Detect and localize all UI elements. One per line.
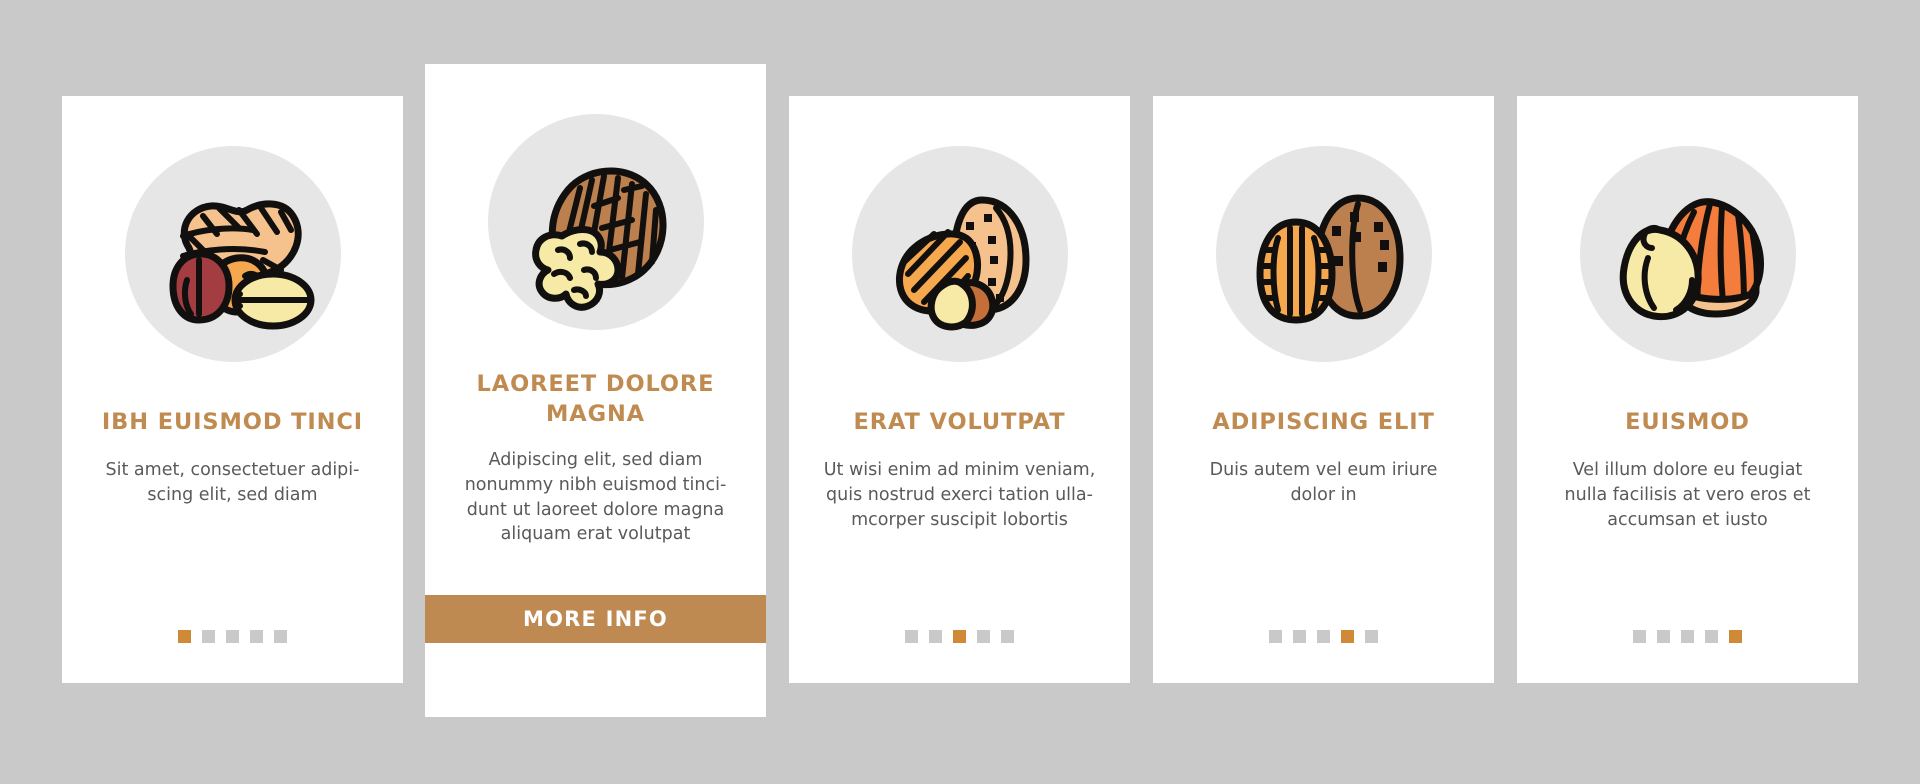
pagination-dot[interactable]: [1293, 630, 1306, 643]
onboarding-card-4[interactable]: ADIPISCING ELIT Duis autem vel eum iriur…: [1153, 96, 1494, 683]
onboarding-screens-container: IBH EUISMOD TINCI Sit amet, consectetuer…: [0, 0, 1920, 784]
pagination-dot[interactable]: [1681, 630, 1694, 643]
pagination-dot[interactable]: [1729, 630, 1742, 643]
onboarding-card-1[interactable]: IBH EUISMOD TINCI Sit amet, consectetuer…: [62, 96, 403, 683]
onboarding-card-3[interactable]: ERAT VOLUTPAT Ut wisi enim ad minim veni…: [789, 96, 1130, 683]
peanut-icon: [124, 146, 341, 362]
pagination-dot[interactable]: [929, 630, 942, 643]
pagination-dot[interactable]: [1341, 630, 1354, 643]
almond-icon: [851, 146, 1068, 362]
pagination-dots[interactable]: [1517, 630, 1858, 643]
pagination-dot[interactable]: [1317, 630, 1330, 643]
pagination-dot[interactable]: [226, 630, 239, 643]
pagination-dots[interactable]: [789, 630, 1130, 643]
pagination-dot[interactable]: [274, 630, 287, 643]
pagination-dot[interactable]: [178, 630, 191, 643]
pagination-dot[interactable]: [1633, 630, 1646, 643]
more-info-button[interactable]: MORE INFO: [425, 595, 766, 643]
pagination-dot[interactable]: [977, 630, 990, 643]
pagination-dot[interactable]: [1269, 630, 1282, 643]
card-title: EUISMOD: [1625, 409, 1750, 435]
pagination-dot[interactable]: [1705, 630, 1718, 643]
card-description: Sit amet, consectetuer adipi-scing elit,…: [105, 459, 360, 505]
pagination-dot[interactable]: [1001, 630, 1014, 643]
card-description: Vel illum dolore eu feugiat nulla facili…: [1564, 459, 1811, 530]
onboarding-card-5[interactable]: EUISMOD Vel illum dolore eu feugiat null…: [1517, 96, 1858, 683]
pagination-dot[interactable]: [202, 630, 215, 643]
pecan-icon: [1215, 146, 1432, 362]
pagination-dot[interactable]: [905, 630, 918, 643]
card-description: Duis autem vel eum iriure dolor in: [1209, 459, 1438, 505]
pagination-dots[interactable]: [62, 630, 403, 643]
hazelnut-icon: [1579, 146, 1796, 362]
card-description: Adipiscing elit, sed diam nonummy nibh e…: [464, 449, 727, 545]
card-title: ADIPISCING ELIT: [1212, 409, 1435, 435]
pagination-dot[interactable]: [250, 630, 263, 643]
card-title: IBH EUISMOD TINCI: [101, 409, 364, 435]
pagination-dot[interactable]: [1365, 630, 1378, 643]
card-title: ERAT VOLUTPAT: [853, 409, 1066, 435]
card-title: LAOREET DOLORE MAGNA: [476, 371, 715, 427]
walnut-icon: [487, 114, 704, 330]
pagination-dot[interactable]: [953, 630, 966, 643]
card-description: Ut wisi enim ad minim veniam, quis nostr…: [823, 459, 1096, 530]
pagination-dots[interactable]: [1153, 630, 1494, 643]
onboarding-card-2[interactable]: LAOREET DOLORE MAGNA Adipiscing elit, se…: [425, 64, 766, 717]
pagination-dot[interactable]: [1657, 630, 1670, 643]
